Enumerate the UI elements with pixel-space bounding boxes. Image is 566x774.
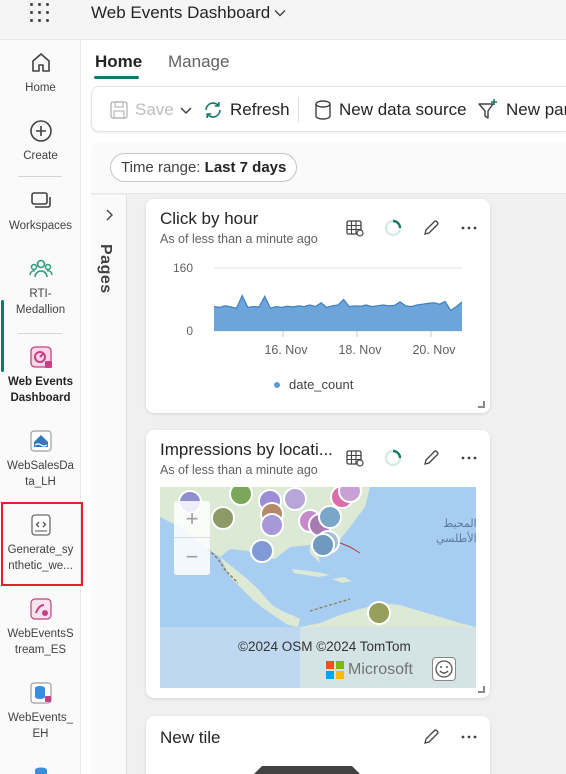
- rail-item-label: Create: [23, 150, 58, 162]
- dashboard-icon: [29, 346, 52, 368]
- save-icon: [110, 101, 128, 119]
- x-tick-label: 20. Nov: [412, 343, 456, 357]
- rail-item-label: WebEvents_ EH: [8, 712, 73, 740]
- y-tick-label: 160: [173, 261, 193, 275]
- rail-item-workspaces[interactable]: Workspaces: [0, 188, 81, 234]
- toolbar: Save Refresh New data source New par: [91, 86, 566, 132]
- pages-label[interactable]: Pages: [96, 244, 114, 294]
- rail-item-label: RTI- Medallion: [15, 288, 66, 316]
- microsoft-logo-icon: [326, 661, 344, 679]
- tab-home[interactable]: Home: [95, 52, 142, 72]
- feedback-icon[interactable]: [432, 657, 456, 681]
- refresh-label: Refresh: [230, 100, 290, 119]
- app-launcher-icon[interactable]: [30, 3, 50, 23]
- map-label: المحيط الأطلسي: [436, 517, 476, 547]
- rail-item-rti-medallion[interactable]: RTI- Medallion: [0, 256, 81, 318]
- filter-add-icon: [478, 99, 497, 119]
- database-icon: [315, 100, 331, 120]
- edit-icon[interactable]: [412, 726, 450, 748]
- resize-handle[interactable]: [478, 401, 485, 408]
- chart-legend[interactable]: date_count: [274, 377, 353, 392]
- rail-item-more[interactable]: [0, 762, 81, 774]
- home-icon: [31, 53, 50, 72]
- tile-new-tile[interactable]: New tile: [146, 716, 490, 774]
- tile-placeholder-shape: [254, 766, 360, 774]
- microsoft-logo: Microsoft: [326, 661, 413, 679]
- rail-item-webevents-eh[interactable]: WebEvents_ EH: [0, 680, 81, 742]
- rail-divider: [18, 333, 62, 334]
- legend-swatch: [274, 381, 280, 388]
- map-attribution: ©2024 OSM ©2024 TomTom: [238, 639, 411, 654]
- edit-icon[interactable]: [412, 447, 450, 469]
- refresh-button[interactable]: Refresh: [202, 87, 290, 133]
- chevron-down-icon[interactable]: [273, 6, 287, 20]
- new-parameter-label: New par: [506, 100, 566, 119]
- rail-item-web-events-dashboard[interactable]: Web Events Dashboard: [0, 344, 81, 406]
- time-range-pill[interactable]: Time range: Last 7 days: [110, 153, 298, 182]
- chevron-right-icon[interactable]: [102, 208, 116, 222]
- zoom-controls: + −: [174, 501, 210, 575]
- time-range-label: Time range:: [121, 159, 201, 176]
- loading-spinner-icon: [374, 447, 412, 469]
- tile-title: New tile: [160, 728, 221, 747]
- create-icon: [29, 120, 52, 142]
- rail-item-websalesdata-lh[interactable]: WebSalesDa tа_LH: [0, 428, 81, 490]
- microsoft-logo-text: Microsoft: [348, 661, 413, 678]
- rail-item-label: WebEventsS tream_ES: [7, 628, 74, 656]
- tab-manage[interactable]: Manage: [168, 52, 229, 72]
- map-view[interactable]: المحيط الأطلسي + − ©2024 OSM ©2024 TomTo…: [160, 487, 476, 688]
- x-tick-label: 16. Nov: [264, 343, 308, 357]
- tile-click-by-hour[interactable]: Click by hour As of less than a minute a…: [146, 199, 490, 413]
- more-options-icon[interactable]: [450, 726, 488, 748]
- rail-item-webeventsstream-es[interactable]: WebEventsS tream_ES: [0, 596, 81, 658]
- tab-underline: [94, 76, 139, 79]
- eventhouse-icon: [29, 682, 52, 704]
- tile-subtitle: As of less than a minute ago: [160, 463, 318, 477]
- new-data-source-label: New data source: [339, 100, 467, 119]
- click-by-hour-chart: 160 0 16. Nov 18. Nov 20. Nov: [173, 261, 463, 357]
- toolbar-divider: [298, 97, 299, 123]
- map-label-line: المحيط: [443, 518, 476, 530]
- y-tick-label: 0: [186, 324, 193, 338]
- tile-title: Impressions by locati...: [160, 440, 333, 459]
- more-options-icon[interactable]: [450, 447, 488, 469]
- lakehouse-icon: [29, 430, 52, 452]
- eventstream-icon: [29, 598, 52, 620]
- x-tick-label: 18. Nov: [338, 343, 382, 357]
- chevron-down-icon[interactable]: [179, 103, 193, 117]
- rail-item-label: Home: [25, 82, 56, 94]
- database-icon: [34, 767, 47, 774]
- table-view-icon[interactable]: [336, 447, 374, 469]
- refresh-icon: [205, 102, 221, 118]
- save-label: Save: [135, 100, 174, 119]
- resize-handle[interactable]: [478, 686, 485, 693]
- save-button[interactable]: Save: [109, 87, 199, 133]
- zoom-out-button[interactable]: −: [174, 538, 210, 575]
- series-area[interactable]: [214, 295, 462, 331]
- rail-item-label: WebSalesDa tа_LH: [7, 460, 74, 488]
- rail-divider: [18, 176, 62, 177]
- rail-item-label: Web Events Dashboard: [8, 376, 73, 404]
- app-title[interactable]: Web Events Dashboard: [91, 3, 270, 23]
- new-parameter-button[interactable]: New par: [476, 87, 566, 133]
- rail-item-create[interactable]: Create: [0, 118, 81, 164]
- selection-highlight: [1, 502, 83, 586]
- new-data-source-button[interactable]: New data source: [313, 87, 467, 133]
- rail-item-home[interactable]: Home: [0, 50, 81, 96]
- map-label-line: الأطلسي: [436, 533, 476, 545]
- top-bar: Web Events Dashboard: [0, 0, 566, 40]
- rail-item-label: Workspaces: [8, 220, 73, 232]
- tile-actions: [336, 447, 488, 469]
- workspace-people-icon: [28, 259, 53, 278]
- tile-impressions-by-location[interactable]: Impressions by locati... As of less than…: [146, 430, 490, 698]
- workspaces-icon: [30, 192, 51, 208]
- legend-label: date_count: [289, 377, 354, 392]
- time-range-value: Last 7 days: [204, 159, 287, 176]
- zoom-in-button[interactable]: +: [174, 501, 210, 538]
- tile-actions: [412, 726, 488, 748]
